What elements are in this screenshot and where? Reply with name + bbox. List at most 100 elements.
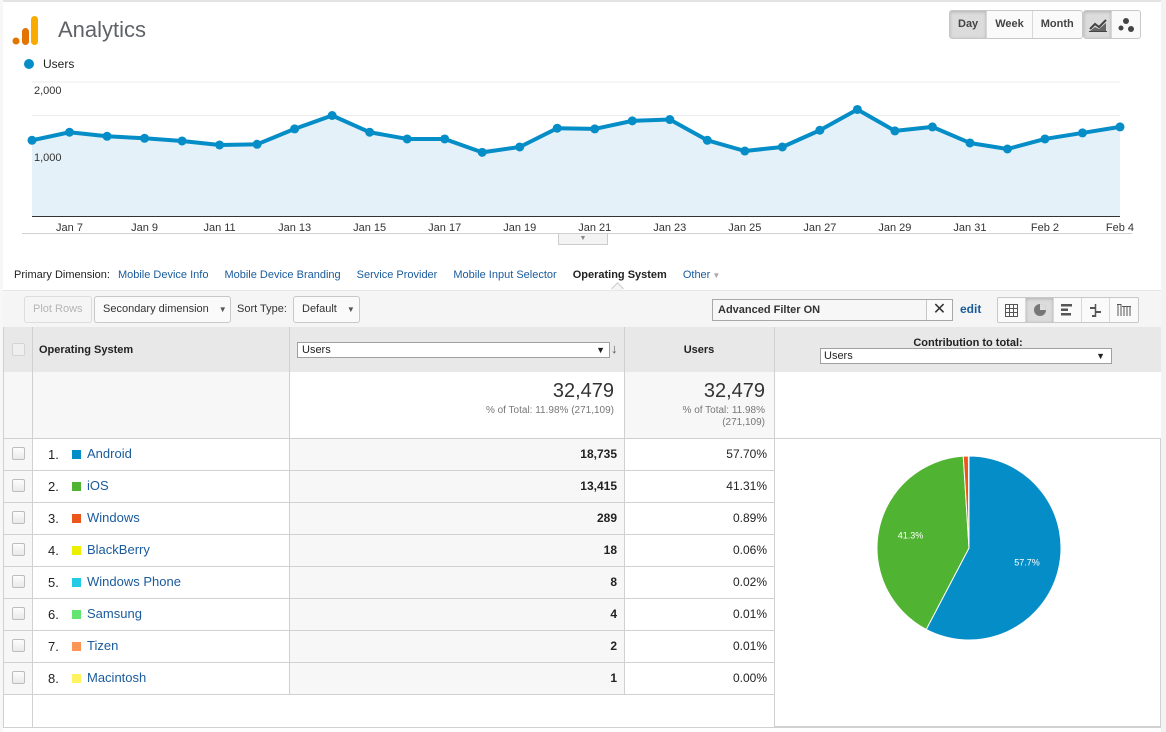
row-percent-value: 0.00% [732, 671, 767, 685]
row-percent-value: 0.01% [732, 607, 767, 621]
filter-text: Advanced Filter ON [718, 304, 821, 316]
row-dimension-link[interactable]: Samsung [87, 606, 142, 621]
view-type-toggle [997, 297, 1139, 323]
row-percent-value: 57.70% [726, 447, 767, 461]
row-dimension-link[interactable]: BlackBerry [87, 542, 150, 557]
data-point [1040, 134, 1050, 144]
row-color-swatch-icon [72, 546, 81, 555]
data-point [890, 126, 900, 136]
chevron-down-icon: ▼ [712, 271, 721, 280]
plot-rows-button[interactable]: Plot Rows [24, 296, 92, 323]
data-point [1115, 122, 1125, 132]
dim-other-dropdown[interactable]: Other ▼ [683, 269, 720, 281]
chevron-down-icon: ▼ [346, 305, 355, 314]
clear-filter-button[interactable]: ✕ [926, 300, 952, 320]
data-point [327, 111, 337, 120]
data-point [927, 122, 937, 132]
data-point [215, 140, 225, 150]
row-dimension-link[interactable]: Macintosh [87, 670, 146, 685]
data-point [965, 138, 975, 148]
table-left-border [3, 327, 4, 727]
data-point [665, 115, 675, 125]
row-checkbox[interactable] [12, 543, 25, 556]
granularity-toggle: Day Week Month [949, 10, 1083, 39]
total-pct-subtext-1: % of Total: 11.98% [682, 405, 765, 416]
data-point [552, 123, 562, 133]
row-checkbox[interactable] [12, 639, 25, 652]
row-checkbox[interactable] [12, 671, 25, 684]
row-checkbox[interactable] [12, 447, 25, 460]
secondary-dimension-dropdown[interactable]: Secondary dimension ▼ [94, 296, 231, 323]
pie-view-button[interactable] [1026, 298, 1054, 322]
dim-service-provider[interactable]: Service Provider [357, 269, 438, 281]
row-color-swatch-icon [72, 514, 81, 523]
table-row: 7. Tizen 2 0.01% [3, 631, 774, 663]
row-dimension-link[interactable]: Tizen [87, 638, 118, 653]
total-pct-subtext-2: (271,109) [722, 417, 765, 428]
data-point [365, 127, 375, 137]
sort-type-value: Default [302, 303, 337, 315]
row-rank: 1. [48, 447, 59, 462]
data-point [402, 134, 412, 144]
users-line-chart: 1,0002,000Jan 7 Jan 9 Jan 11 Jan 13 Jan 15 Ja… [27, 81, 1134, 234]
chevron-down-icon: ▼ [218, 305, 227, 314]
total-users-value: 32,479 [552, 380, 614, 402]
day-button[interactable]: Day [950, 11, 988, 38]
row-dimension-link[interactable]: Android [87, 446, 132, 461]
line-chart-button[interactable] [1084, 11, 1112, 38]
dimension-header[interactable]: Operating System [39, 344, 133, 356]
metric-select-value: Users [302, 344, 331, 356]
metric-select[interactable]: Users ▼ [297, 342, 610, 358]
contribution-pie-chart: 57.7% 41.3% [876, 455, 1062, 641]
pivot-view-icon [1117, 304, 1131, 316]
contribution-select-value: Users [824, 350, 853, 362]
collapse-chart-toggle[interactable]: ▼ [558, 234, 608, 245]
comparison-view-button[interactable] [1082, 298, 1110, 322]
column-divider [32, 327, 33, 727]
sort-descending-icon[interactable]: ↓ [611, 341, 618, 356]
users-header[interactable]: Users [624, 344, 774, 356]
row-percent-value: 0.89% [732, 511, 767, 525]
week-button[interactable]: Week [987, 11, 1033, 38]
totals-row: 32,479 % of Total: 11.98% (271,109) 32,4… [3, 372, 1161, 439]
pivot-view-button[interactable] [1110, 298, 1138, 322]
contribution-select[interactable]: Users ▼ [820, 348, 1112, 364]
dim-mobile-device-branding[interactable]: Mobile Device Branding [224, 269, 340, 281]
row-users-value: 8 [610, 575, 617, 589]
table-row: 5. Windows Phone 8 0.02% [3, 567, 774, 599]
data-point [702, 135, 712, 145]
edit-filter-link[interactable]: edit [960, 302, 981, 316]
column-divider [774, 327, 775, 727]
row-checkbox[interactable] [12, 575, 25, 588]
data-point [1077, 128, 1087, 138]
total-pct-value: 32,479 [703, 380, 765, 402]
sort-type-dropdown[interactable]: Default ▼ [293, 296, 360, 323]
row-percent-value: 41.31% [726, 479, 767, 493]
row-rank: 2. [48, 479, 59, 494]
motion-chart-button[interactable] [1112, 11, 1140, 38]
select-all-checkbox[interactable] [12, 343, 25, 356]
row-checkbox[interactable] [12, 607, 25, 620]
row-checkbox[interactable] [12, 479, 25, 492]
data-point [252, 139, 262, 149]
data-point [777, 142, 787, 152]
row-color-swatch-icon [72, 482, 81, 491]
advanced-filter-field[interactable]: Advanced Filter ON ✕ [712, 299, 953, 321]
row-dimension-link[interactable]: iOS [87, 478, 109, 493]
row-dimension-link[interactable]: Windows Phone [87, 574, 181, 589]
dim-operating-system[interactable]: Operating System [573, 269, 667, 281]
table-view-button[interactable] [998, 298, 1026, 322]
sort-type-label: Sort Type: [237, 303, 287, 315]
dim-mobile-input-selector[interactable]: Mobile Input Selector [453, 269, 556, 281]
data-point [290, 124, 300, 134]
performance-view-button[interactable] [1054, 298, 1082, 322]
row-rank: 5. [48, 575, 59, 590]
row-dimension-link[interactable]: Windows [87, 510, 140, 525]
data-point [440, 134, 450, 144]
dim-mobile-device-info[interactable]: Mobile Device Info [118, 269, 209, 281]
month-button[interactable]: Month [1033, 11, 1082, 38]
row-checkbox[interactable] [12, 511, 25, 524]
row-rank: 7. [48, 639, 59, 654]
table-toolbar: Plot Rows Secondary dimension ▼ Sort Type… [3, 290, 1161, 327]
row-color-swatch-icon [72, 578, 81, 587]
